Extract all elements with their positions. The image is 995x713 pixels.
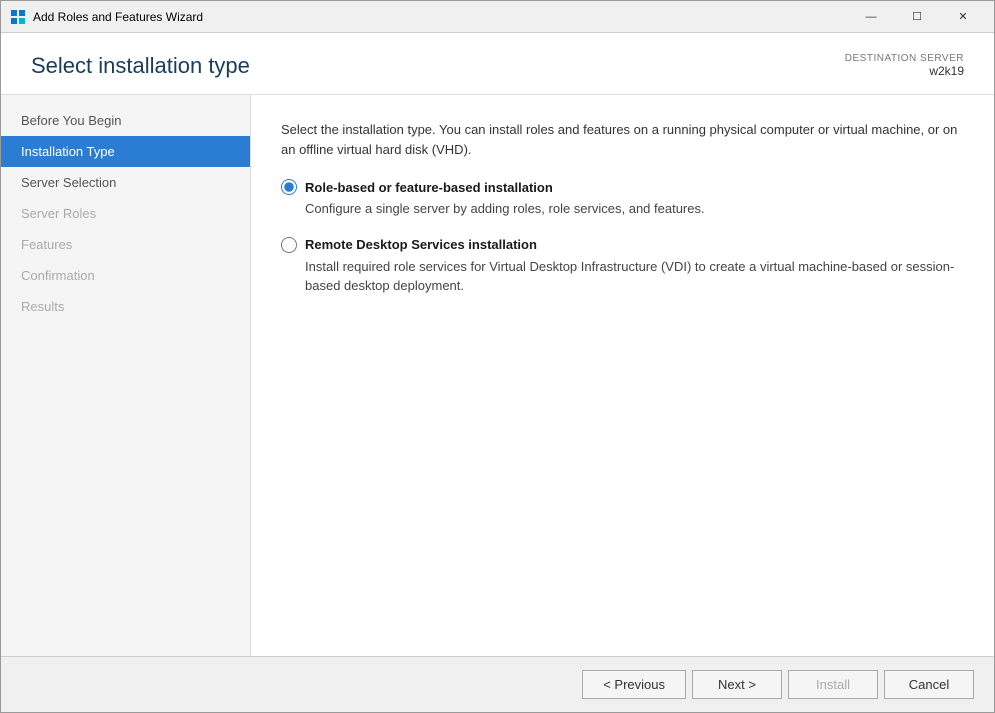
title-bar: Add Roles and Features Wizard — ☐ ✕ [1,1,994,33]
option-remote-desktop: Remote Desktop Services installation Ins… [281,237,964,296]
sidebar-item-before-you-begin[interactable]: Before You Begin [1,105,250,136]
option-role-based-description: Configure a single server by adding role… [305,199,964,219]
radio-remote-desktop[interactable] [281,237,297,253]
wizard-window: Add Roles and Features Wizard — ☐ ✕ Sele… [0,0,995,713]
description-text: Select the installation type. You can in… [281,120,964,159]
sidebar-item-installation-type[interactable]: Installation Type [1,136,250,167]
main-layout: Select installation type DESTINATION SER… [1,33,994,712]
wizard-footer: < Previous Next > Install Cancel [1,656,994,712]
sidebar-item-server-roles: Server Roles [1,198,250,229]
option-remote-desktop-title: Remote Desktop Services installation [305,237,537,252]
option-role-based-header: Role-based or feature-based installation [281,179,964,195]
sidebar: Before You Begin Installation Type Serve… [1,95,251,656]
main-content: Select the installation type. You can in… [251,95,994,656]
install-button[interactable]: Install [788,670,878,699]
sidebar-item-features: Features [1,229,250,260]
next-button[interactable]: Next > [692,670,782,699]
installation-options: Role-based or feature-based installation… [281,179,964,296]
destination-label: DESTINATION SERVER [845,53,964,64]
close-button[interactable]: ✕ [940,1,986,33]
app-icon [9,8,27,26]
window-title: Add Roles and Features Wizard [33,10,848,24]
radio-role-based[interactable] [281,179,297,195]
destination-server-name: w2k19 [845,64,964,78]
destination-server-info: DESTINATION SERVER w2k19 [845,53,964,78]
wizard-header: Select installation type DESTINATION SER… [1,33,994,95]
maximize-button[interactable]: ☐ [894,1,940,33]
option-role-based-title: Role-based or feature-based installation [305,180,553,195]
sidebar-item-confirmation: Confirmation [1,260,250,291]
cancel-button[interactable]: Cancel [884,670,974,699]
minimize-button[interactable]: — [848,1,894,33]
option-remote-desktop-header: Remote Desktop Services installation [281,237,964,253]
sidebar-item-results: Results [1,291,250,322]
sidebar-item-server-selection[interactable]: Server Selection [1,167,250,198]
previous-button[interactable]: < Previous [582,670,686,699]
option-role-based: Role-based or feature-based installation… [281,179,964,219]
option-remote-desktop-description: Install required role services for Virtu… [305,257,964,296]
page-title: Select installation type [31,53,250,79]
body-area: Before You Begin Installation Type Serve… [1,95,994,656]
window-controls: — ☐ ✕ [848,1,986,33]
